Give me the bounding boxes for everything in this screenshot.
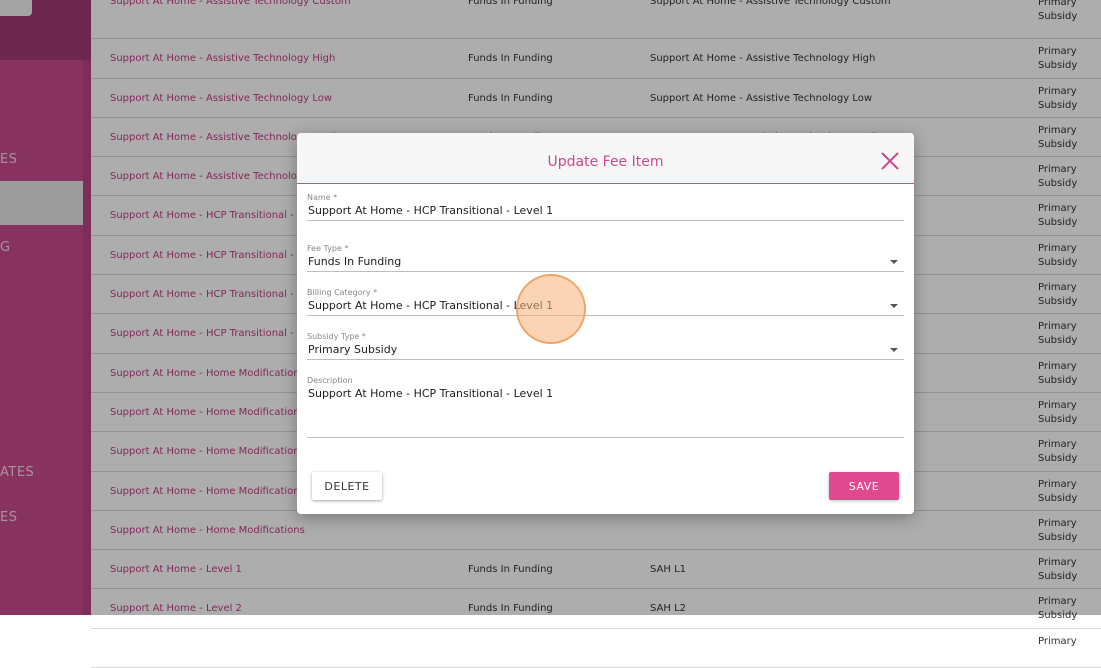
fee-type-value[interactable]: Funds In Funding <box>307 255 904 272</box>
subsidy-type-cell: Primary <box>1038 635 1077 647</box>
subsidy-type-select[interactable]: Subsidy Type * Primary Subsidy <box>307 332 904 360</box>
dialog-header: Update Fee Item <box>297 133 914 184</box>
save-button[interactable]: SAVE <box>829 472 899 500</box>
name-label: Name * <box>307 193 338 202</box>
subsidy-type-label: Subsidy Type * <box>307 332 366 341</box>
chevron-down-icon[interactable] <box>890 348 898 352</box>
name-input[interactable]: Support At Home - HCP Transitional - Lev… <box>307 204 904 221</box>
chevron-down-icon[interactable] <box>890 260 898 264</box>
table-row[interactable]: Primary <box>91 629 1101 668</box>
fee-type-select[interactable]: Fee Type * Funds In Funding <box>307 244 904 272</box>
description-field[interactable]: Description Support At Home - HCP Transi… <box>307 376 904 438</box>
update-fee-item-dialog: Update Fee Item Name * Support At Home -… <box>297 133 914 514</box>
subsidy-type-value[interactable]: Primary Subsidy <box>307 343 904 360</box>
name-field[interactable]: Name * Support At Home - HCP Transitiona… <box>307 193 904 221</box>
description-textarea[interactable]: Support At Home - HCP Transitional - Lev… <box>307 387 904 438</box>
chevron-down-icon[interactable] <box>890 304 898 308</box>
description-label: Description <box>307 376 353 385</box>
fee-type-label: Fee Type * <box>307 244 349 253</box>
close-icon[interactable] <box>879 150 901 172</box>
billing-category-select[interactable]: Billing Category * Support At Home - HCP… <box>307 288 904 316</box>
dialog-title: Update Fee Item <box>547 154 664 170</box>
billing-category-value[interactable]: Support At Home - HCP Transitional - Lev… <box>307 299 904 316</box>
click-indicator <box>516 274 586 344</box>
billing-category-label: Billing Category * <box>307 288 378 297</box>
delete-button[interactable]: DELETE <box>312 472 382 500</box>
